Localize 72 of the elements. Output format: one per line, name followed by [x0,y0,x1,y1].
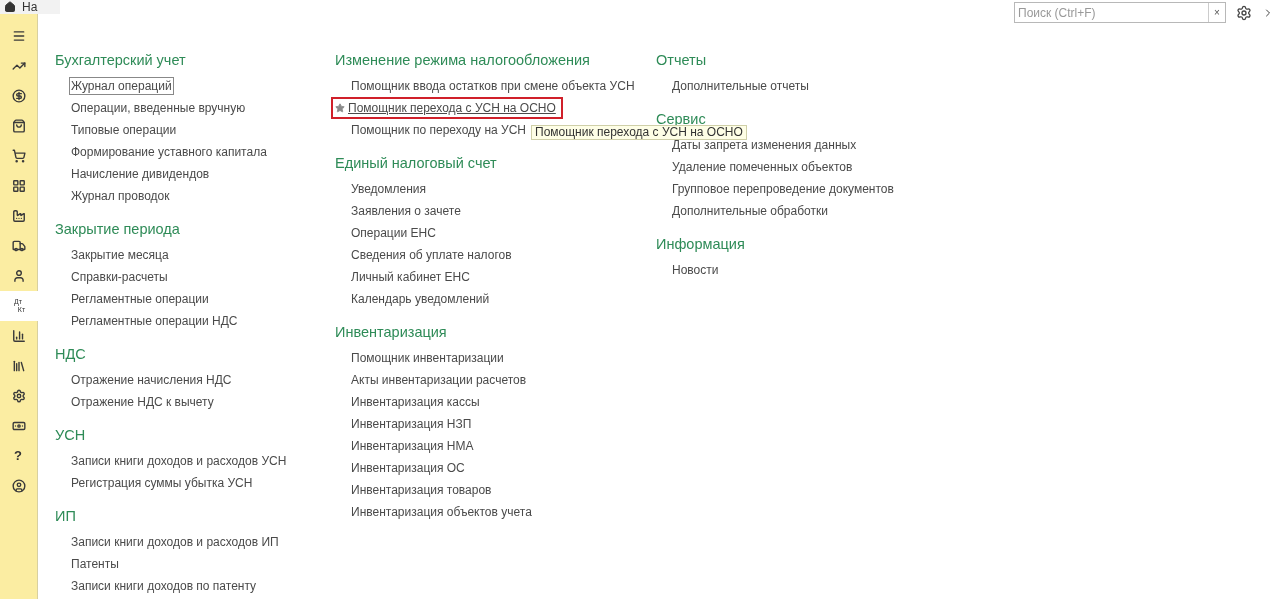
menu-link[interactable]: Сведения об уплате налогов [351,247,512,263]
menu-link[interactable]: Инвентаризация кассы [351,394,480,410]
section-heading: Закрытие периода [55,220,180,240]
menu-link[interactable]: Дополнительные отчеты [672,78,809,94]
menu-link[interactable]: Записи книги доходов и расходов ИП [71,534,279,550]
cart-icon [12,149,26,163]
section-heading: Сервис [656,110,706,128]
grid-icon [12,179,26,193]
menu-link[interactable]: Патенты [71,556,119,572]
menu-link[interactable]: Записи книги доходов и расходов УСН [71,453,287,469]
menu-link[interactable]: Новости [672,262,719,278]
menu-link[interactable]: Регламентные операции НДС [71,313,238,329]
banknote-icon [12,419,26,433]
bar-chart-icon [12,329,26,343]
clear-button[interactable]: × [1208,3,1225,22]
sidebar-item[interactable]: ? [0,441,38,471]
menu-link[interactable]: Групповое перепроведение документов [672,181,894,197]
section-heading: Инвентаризация [335,323,447,343]
menu-link[interactable]: Начисление дивидендов [71,166,210,182]
menu-link[interactable]: Календарь уведомлений [351,291,490,307]
settings-icon[interactable] [1236,4,1252,21]
menu-link[interactable]: Заявления о зачете [351,203,461,219]
menu-link[interactable]: Журнал операций [69,77,174,95]
menu-link[interactable]: Помощник перехода с УСН на ОСНО [348,100,556,116]
menu-link[interactable]: Записи книги доходов по патенту [71,578,257,594]
menu-link[interactable]: Личный кабинет ЕНС [351,269,470,285]
section-heading: ИП [55,507,76,527]
menu-link[interactable]: Инвентаризация ОС [351,460,465,476]
menu-icon [12,29,26,43]
factory-icon [12,209,26,223]
trend-icon [12,59,26,73]
bag-icon [12,119,26,133]
menu-link[interactable]: Акты инвентаризации расчетов [351,372,527,388]
user-circle-icon [12,479,26,493]
star-icon[interactable] [335,103,345,113]
menu-link[interactable]: Помощник ввода остатков при смене объекта УСН [351,78,635,94]
home-icon[interactable] [4,1,16,13]
coin-icon [12,89,26,103]
menu-link[interactable]: Инвентаризация объектов учета [351,504,532,520]
section-heading: Бухгалтерский учет [55,51,186,71]
menu-link[interactable]: Инвентаризация товаров [351,482,492,498]
menu-link[interactable]: Инвентаризация НМА [351,438,474,454]
menu-link[interactable]: Типовые операции [71,122,177,138]
menu-link[interactable]: Операции ЕНС [351,225,436,241]
menu-link[interactable]: Закрытие месяца [71,247,169,263]
menu-link[interactable]: Справки-расчеты [71,269,168,285]
truck-icon [12,239,26,253]
menu-link[interactable]: Удаление помеченных объектов [672,159,853,175]
menu-link[interactable]: Даты запрета изменения данных [672,137,857,153]
section-heading: НДС [55,345,86,365]
section-heading: Отчеты [656,51,707,71]
menu-link[interactable]: Помощник инвентаризации [351,350,504,366]
settings-icon [12,389,26,403]
menu-link[interactable]: Дополнительные обработки [672,203,828,219]
menu-link[interactable]: Регистрация суммы убытка УСН [71,475,253,491]
menu-link[interactable]: Формирование уставного капитала [71,144,267,160]
section-heading: Изменение режима налогообложения [335,51,590,71]
section-heading: УСН [55,426,86,446]
menu-link[interactable]: Помощник по переходу на УСН [351,122,526,138]
menu-link[interactable]: Операции, введенные вручную [71,100,246,116]
menu-link[interactable]: Отражение НДС к вычету [71,394,214,410]
tooltip: Помощник перехода с УСН на ОСНО [531,125,747,140]
menu-link[interactable]: Уведомления [351,181,427,197]
person-icon [12,269,26,283]
menu-link[interactable]: Инвентаризация НЗП [351,416,472,432]
menu-link[interactable]: Журнал проводок [71,188,170,204]
menu-link[interactable]: Отражение начисления НДС [71,372,232,388]
search-field[interactable]: Поиск (Ctrl+F) × [1014,2,1226,23]
section-heading: Единый налоговый счет [335,154,497,174]
books-icon [12,359,26,373]
menu-link[interactable]: Регламентные операции [71,291,209,307]
section-heading: Информация [656,235,745,255]
